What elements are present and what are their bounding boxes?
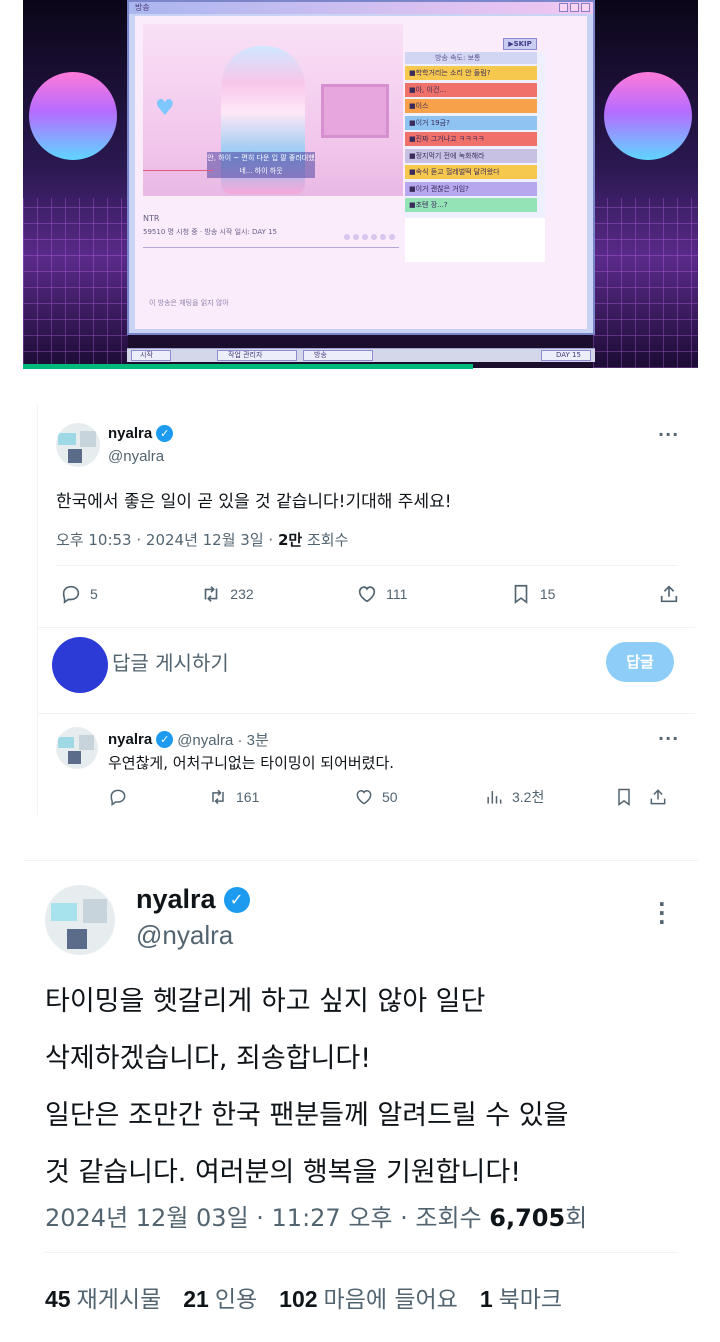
stream-view: ♥ 안, 하이 ~ 편히 다운 입 팔 좋러대했네... 하이 하웃 bbox=[143, 24, 403, 196]
reply-actions: 161 50 3.2천 bbox=[108, 787, 678, 807]
chat-message: ■아, 이건... bbox=[405, 82, 537, 97]
share-button[interactable] bbox=[648, 787, 668, 807]
speed-label: 방송 속도: 보통 bbox=[405, 52, 537, 64]
chat-message: ■정지먹기 전에 녹화해라 bbox=[405, 148, 537, 163]
views-icon bbox=[487, 791, 502, 804]
window-content: ♥ 안, 하이 ~ 편히 다운 입 팔 좋러대했네... 하이 하웃 NTR 5… bbox=[135, 16, 587, 329]
reply-button[interactable]: 5 bbox=[60, 583, 98, 605]
bookmark-button[interactable] bbox=[614, 787, 648, 807]
reply-button[interactable] bbox=[108, 787, 208, 807]
taskbar: 시작 작업 관리자 방송 DAY 15 bbox=[127, 348, 595, 362]
stat-likes[interactable]: 102 마음에 들어요 bbox=[279, 1280, 458, 1314]
retweet-button[interactable]: 232 bbox=[200, 583, 254, 605]
stream-title: NTR bbox=[143, 214, 160, 223]
retro-background-right bbox=[593, 0, 698, 368]
taskbar-day: DAY 15 bbox=[541, 350, 591, 361]
heart-icon bbox=[358, 586, 376, 603]
hearts-decoration: ♥ bbox=[155, 96, 175, 121]
avatar[interactable] bbox=[56, 423, 100, 467]
views-button[interactable]: 3.2천 bbox=[484, 787, 614, 807]
heart-icon bbox=[356, 789, 372, 805]
chat-message: ■이스 bbox=[405, 99, 537, 113]
avatar[interactable] bbox=[56, 727, 98, 769]
stat-bookmarks[interactable]: 1 북마크 bbox=[480, 1280, 562, 1314]
stream-window: 방송 ♥ 안, 하이 ~ 편히 다운 입 팔 좋러대했네... 하이 하웃 NT… bbox=[127, 0, 595, 335]
bookmark-button[interactable]: 15 bbox=[510, 583, 555, 605]
chat-message: ■진짜 그거나고 ㅋㅋㅋㅋ bbox=[405, 132, 537, 146]
tweet-meta: 2024년 12월 03일 · 11:27 오후 · 조회수 6,705회 bbox=[45, 1204, 588, 1232]
display-name[interactable]: nyalra bbox=[108, 425, 152, 442]
window-title: 방송 bbox=[135, 3, 150, 12]
chat-panel: ▶SKIP 방송 속도: 보통 ■학학거리는 소리 안 들림? ■아, 이건...… bbox=[405, 38, 545, 262]
tweet-actions: 5 232 111 15 bbox=[60, 583, 680, 605]
chat-message: ■이거 괜찮은 거임? bbox=[405, 181, 537, 196]
retweet-icon bbox=[204, 586, 218, 602]
retro-sun bbox=[604, 72, 692, 160]
tweet-text: 타이밍을 헷갈리게 하고 싶지 않아 일단 삭제하겠습니다, 죄송합니다! 일단… bbox=[45, 986, 569, 1188]
display-name[interactable]: nyalra bbox=[136, 884, 216, 915]
quoted-tweet-card: nyalra ✓ @nyalra ··· 한국에서 좋은 일이 곧 있을 것 같… bbox=[37, 405, 695, 815]
chat-message: ■속식 듣고 헐레벌떡 달려왔다 bbox=[405, 165, 537, 179]
tweet-stats: 45 재게시물 21 인용 102 마음에 들어요 1 북마크 bbox=[45, 1280, 562, 1314]
display-name[interactable]: nyalra bbox=[108, 731, 152, 748]
reply-text: 우연찮게, 어처구니없는 타이밍이 되어버렸다. bbox=[108, 754, 395, 772]
bookmark-icon bbox=[618, 788, 630, 806]
skip-button[interactable]: ▶SKIP bbox=[503, 38, 537, 50]
taskbar-task-manager[interactable]: 작업 관리자 bbox=[217, 350, 297, 361]
handle-time[interactable]: @nyalra · 3분 bbox=[177, 729, 269, 750]
reply-icon bbox=[62, 585, 80, 604]
tweet-text: 한국에서 좋은 일이 곧 있을 것 같습니다!기대해 주세요! bbox=[56, 492, 452, 512]
stat-reposts[interactable]: 45 재게시물 bbox=[45, 1280, 161, 1314]
retweet-button[interactable]: 161 bbox=[208, 787, 354, 807]
chat-message: ■학학거리는 소리 안 들림? bbox=[405, 66, 537, 80]
tweet-meta: 오후 10:53 · 2024년 12월 3일 · 2만 조회수 bbox=[56, 531, 349, 549]
verified-icon: ✓ bbox=[223, 886, 250, 913]
start-button[interactable]: 시작 bbox=[131, 350, 171, 361]
bookmark-icon bbox=[514, 584, 528, 604]
reply-input[interactable]: 답글 게시하기 bbox=[112, 647, 229, 676]
verified-icon: ✓ bbox=[156, 731, 174, 748]
media-progress-bar[interactable] bbox=[23, 364, 473, 369]
composer-avatar bbox=[52, 637, 108, 693]
reply-submit-button[interactable]: 답글 bbox=[606, 642, 674, 682]
chat-message: ■초텐 장...? bbox=[405, 198, 537, 212]
avatar[interactable] bbox=[45, 885, 115, 955]
maximize-icon[interactable] bbox=[570, 3, 579, 12]
share-icon bbox=[650, 789, 666, 805]
close-icon[interactable] bbox=[581, 3, 590, 12]
window-titlebar: 방송 bbox=[129, 2, 593, 14]
taskbar-stream[interactable]: 방송 bbox=[303, 350, 373, 361]
more-icon[interactable]: ··· bbox=[658, 425, 679, 444]
like-button[interactable]: 50 bbox=[354, 787, 484, 807]
retro-sun bbox=[29, 72, 117, 160]
share-button[interactable] bbox=[658, 583, 680, 605]
chat-input-area bbox=[405, 218, 545, 262]
footer-note: 이 방송은 체팅을 읽지 않아 bbox=[149, 299, 229, 307]
retweet-icon bbox=[212, 789, 224, 805]
minimize-icon[interactable] bbox=[559, 3, 568, 12]
monitor-image bbox=[321, 84, 389, 138]
handle[interactable]: @nyalra bbox=[136, 920, 233, 951]
stream-subtitle: 안, 하이 ~ 편히 다운 입 팔 좋러대했네... 하이 하웃 bbox=[207, 152, 315, 178]
reply-icon bbox=[110, 789, 126, 806]
verified-icon: ✓ bbox=[156, 425, 174, 442]
chat-message: ■이거 19금? bbox=[405, 115, 537, 130]
stat-quotes[interactable]: 21 인용 bbox=[183, 1280, 257, 1314]
share-icon bbox=[660, 585, 678, 603]
retro-background-left bbox=[23, 0, 128, 368]
more-icon[interactable]: ··· bbox=[658, 894, 666, 932]
game-screenshot: 방송 ♥ 안, 하이 ~ 편히 다운 입 팔 좋러대했네... 하이 하웃 NT… bbox=[23, 0, 698, 368]
handle[interactable]: @nyalra bbox=[108, 448, 164, 465]
like-button[interactable]: 111 bbox=[356, 583, 407, 605]
stream-info-bar: NTR 59510 명 시청 중 · 방송 시작 일시: DAY 15 bbox=[143, 214, 399, 254]
more-icon[interactable]: ··· bbox=[658, 729, 679, 748]
